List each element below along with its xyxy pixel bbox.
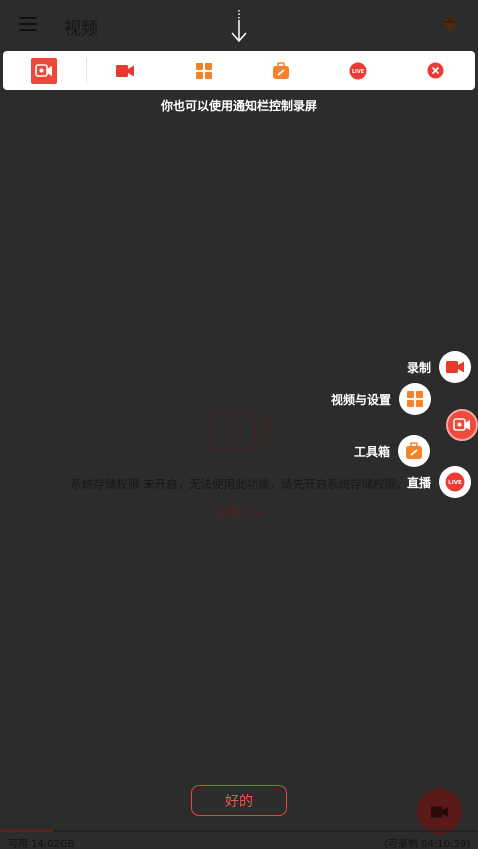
toolbox-icon	[406, 442, 422, 459]
svg-text:LIVE: LIVE	[448, 480, 462, 486]
notification-hint: 你也可以使用通知栏控制录屏	[160, 99, 317, 113]
available-storage: 可用 14.02GB	[8, 839, 75, 849]
live-icon: LIVE	[349, 62, 367, 79]
notification-toolbar: LIVE	[3, 51, 475, 90]
record-icon	[430, 805, 448, 818]
float-menu-record-label: 录制	[406, 360, 431, 375]
floating-recorder-button[interactable]	[446, 409, 478, 441]
toolbar-live-button[interactable]: LIVE	[346, 51, 370, 90]
recordable-time: (可录制 04:10:39)	[384, 839, 470, 849]
float-menu-video-settings-label: 视频与设置	[330, 392, 391, 407]
page-title: 视频	[64, 19, 98, 39]
float-menu-toolbox[interactable]: 工具箱	[354, 435, 430, 467]
live-icon: LIVE	[445, 472, 465, 492]
toolbar-divider	[86, 58, 87, 83]
down-arrow-icon	[231, 10, 247, 43]
record-icon	[445, 361, 464, 373]
toolbox-icon	[273, 61, 289, 79]
toolbar-grid-button[interactable]	[192, 51, 216, 90]
float-toolbox-button[interactable]	[398, 435, 430, 467]
grid-icon	[407, 391, 423, 407]
enable-permission-link[interactable]: 启用 >>	[0, 504, 478, 520]
gem-icon[interactable]	[439, 14, 461, 36]
float-live-button[interactable]: LIVE	[439, 466, 471, 498]
float-menu-record[interactable]: 录制	[407, 351, 471, 383]
float-grid-button[interactable]	[399, 383, 431, 415]
recorder-app-icon	[453, 418, 470, 431]
storage-usage-fill	[0, 830, 53, 832]
float-record-button[interactable]	[439, 351, 471, 383]
toolbar-toolbox-button[interactable]	[269, 51, 293, 90]
float-menu-video-settings[interactable]: 视频与设置	[331, 383, 431, 415]
close-icon	[427, 62, 443, 79]
toolbar-close-button[interactable]	[423, 51, 447, 90]
ok-button[interactable]: 好的	[191, 785, 287, 816]
svg-text:LIVE: LIVE	[352, 69, 365, 75]
storage-usage-bar	[0, 830, 478, 832]
no-permission-illustration	[186, 404, 290, 451]
float-menu-live-label: 直播	[406, 475, 431, 490]
hamburger-menu-icon[interactable]	[19, 17, 37, 32]
float-menu-live[interactable]: 直播 LIVE	[407, 466, 471, 498]
grid-icon	[196, 62, 212, 79]
record-icon	[115, 64, 134, 77]
toolbar-record-button[interactable]	[113, 51, 137, 90]
record-fab[interactable]	[417, 789, 462, 834]
recorder-app-icon[interactable]	[31, 58, 57, 84]
float-menu-toolbox-label: 工具箱	[353, 444, 390, 459]
